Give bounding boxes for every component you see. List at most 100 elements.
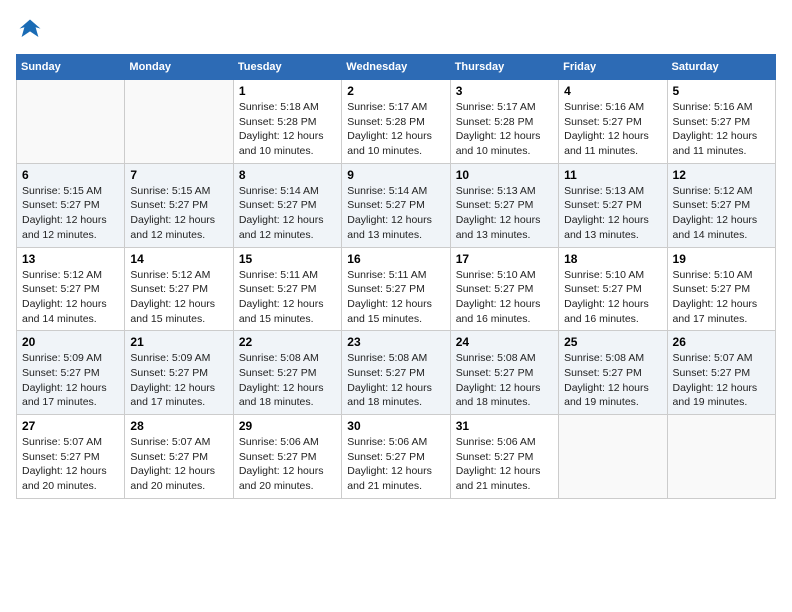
day-number: 17: [456, 252, 553, 266]
week-row-1: 1 Sunrise: 5:18 AM Sunset: 5:28 PM Daylig…: [17, 80, 776, 164]
day-info: Sunrise: 5:14 AM Sunset: 5:27 PM Dayligh…: [347, 184, 444, 243]
day-number: 4: [564, 84, 661, 98]
day-info: Sunrise: 5:15 AM Sunset: 5:27 PM Dayligh…: [130, 184, 227, 243]
calendar-cell: 24 Sunrise: 5:08 AM Sunset: 5:27 PM Dayli…: [450, 331, 558, 415]
day-info: Sunrise: 5:07 AM Sunset: 5:27 PM Dayligh…: [130, 435, 227, 494]
day-info: Sunrise: 5:08 AM Sunset: 5:27 PM Dayligh…: [347, 351, 444, 410]
day-number: 24: [456, 335, 553, 349]
weekday-header-saturday: Saturday: [667, 55, 775, 80]
day-info: Sunrise: 5:12 AM Sunset: 5:27 PM Dayligh…: [673, 184, 770, 243]
calendar-cell: 16Sunrise: 5:11 AM Sunset: 5:27 PM Dayli…: [342, 247, 450, 331]
day-number: 28: [130, 419, 227, 433]
day-number: 25: [564, 335, 661, 349]
day-number: 14: [130, 252, 227, 266]
day-number: 27: [22, 419, 119, 433]
calendar-cell: 10 Sunrise: 5:13 AM Sunset: 5:27 PM Dayli…: [450, 163, 558, 247]
calendar-cell: 17 Sunrise: 5:10 AM Sunset: 5:27 PM Dayli…: [450, 247, 558, 331]
calendar-cell: 2Sunrise: 5:17 AM Sunset: 5:28 PM Daylig…: [342, 80, 450, 164]
calendar-cell: 22 Sunrise: 5:08 AM Sunset: 5:27 PM Dayli…: [233, 331, 341, 415]
day-info: Sunrise: 5:17 AM Sunset: 5:28 PM Dayligh…: [456, 100, 553, 159]
calendar-cell: 11 Sunrise: 5:13 AM Sunset: 5:27 PM Dayli…: [559, 163, 667, 247]
day-number: 26: [673, 335, 770, 349]
calendar-cell: 7 Sunrise: 5:15 AM Sunset: 5:27 PM Daylig…: [125, 163, 233, 247]
day-number: 15: [239, 252, 336, 266]
weekday-header-thursday: Thursday: [450, 55, 558, 80]
day-info: Sunrise: 5:11 AM Sunset: 5:27 PM Dayligh…: [239, 268, 336, 327]
day-number: 31: [456, 419, 553, 433]
day-number: 11: [564, 168, 661, 182]
calendar-cell: 15 Sunrise: 5:11 AM Sunset: 5:27 PM Dayli…: [233, 247, 341, 331]
day-info: Sunrise: 5:12 AM Sunset: 5:27 PM Dayligh…: [22, 268, 119, 327]
day-number: 23: [347, 335, 444, 349]
day-number: 7: [130, 168, 227, 182]
calendar-cell: 30 Sunrise: 5:06 AM Sunset: 5:27 PM Dayli…: [342, 415, 450, 499]
calendar-cell: 12 Sunrise: 5:12 AM Sunset: 5:27 PM Dayli…: [667, 163, 775, 247]
day-info: Sunrise: 5:18 AM Sunset: 5:28 PM Dayligh…: [239, 100, 336, 159]
day-number: 5: [673, 84, 770, 98]
day-number: 10: [456, 168, 553, 182]
day-info: Sunrise: 5:09 AM Sunset: 5:27 PM Dayligh…: [130, 351, 227, 410]
calendar-cell: [667, 415, 775, 499]
calendar-cell: 6 Sunrise: 5:15 AM Sunset: 5:27 PM Daylig…: [17, 163, 125, 247]
calendar-cell: [125, 80, 233, 164]
day-info: Sunrise: 5:16 AM Sunset: 5:27 PM Dayligh…: [564, 100, 661, 159]
day-info: Sunrise: 5:14 AM Sunset: 5:27 PM Dayligh…: [239, 184, 336, 243]
logo: [16, 16, 48, 44]
calendar-cell: 31Sunrise: 5:06 AM Sunset: 5:27 PM Dayli…: [450, 415, 558, 499]
week-row-4: 20Sunrise: 5:09 AM Sunset: 5:27 PM Dayli…: [17, 331, 776, 415]
day-number: 21: [130, 335, 227, 349]
calendar-cell: 13 Sunrise: 5:12 AM Sunset: 5:27 PM Dayli…: [17, 247, 125, 331]
day-info: Sunrise: 5:08 AM Sunset: 5:27 PM Dayligh…: [564, 351, 661, 410]
day-number: 1: [239, 84, 336, 98]
calendar-cell: 29Sunrise: 5:06 AM Sunset: 5:27 PM Dayli…: [233, 415, 341, 499]
day-info: Sunrise: 5:10 AM Sunset: 5:27 PM Dayligh…: [564, 268, 661, 327]
calendar-cell: 18 Sunrise: 5:10 AM Sunset: 5:27 PM Dayli…: [559, 247, 667, 331]
calendar-cell: [17, 80, 125, 164]
day-number: 22: [239, 335, 336, 349]
calendar-cell: 19 Sunrise: 5:10 AM Sunset: 5:27 PM Dayli…: [667, 247, 775, 331]
day-number: 30: [347, 419, 444, 433]
weekday-header-monday: Monday: [125, 55, 233, 80]
day-number: 2: [347, 84, 444, 98]
day-info: Sunrise: 5:16 AM Sunset: 5:27 PM Dayligh…: [673, 100, 770, 159]
calendar-cell: 20Sunrise: 5:09 AM Sunset: 5:27 PM Dayli…: [17, 331, 125, 415]
calendar-cell: 28 Sunrise: 5:07 AM Sunset: 5:27 PM Dayli…: [125, 415, 233, 499]
page-header: [16, 16, 776, 44]
day-number: 13: [22, 252, 119, 266]
day-info: Sunrise: 5:06 AM Sunset: 5:27 PM Dayligh…: [347, 435, 444, 494]
calendar-cell: 4 Sunrise: 5:16 AM Sunset: 5:27 PM Daylig…: [559, 80, 667, 164]
day-info: Sunrise: 5:10 AM Sunset: 5:27 PM Dayligh…: [456, 268, 553, 327]
day-number: 18: [564, 252, 661, 266]
day-number: 3: [456, 84, 553, 98]
day-info: Sunrise: 5:13 AM Sunset: 5:27 PM Dayligh…: [456, 184, 553, 243]
weekday-header-tuesday: Tuesday: [233, 55, 341, 80]
day-info: Sunrise: 5:09 AM Sunset: 5:27 PM Dayligh…: [22, 351, 119, 410]
day-info: Sunrise: 5:08 AM Sunset: 5:27 PM Dayligh…: [456, 351, 553, 410]
day-number: 19: [673, 252, 770, 266]
day-info: Sunrise: 5:08 AM Sunset: 5:27 PM Dayligh…: [239, 351, 336, 410]
calendar-cell: 27 Sunrise: 5:07 AM Sunset: 5:27 PM Dayli…: [17, 415, 125, 499]
day-info: Sunrise: 5:15 AM Sunset: 5:27 PM Dayligh…: [22, 184, 119, 243]
weekday-header-wednesday: Wednesday: [342, 55, 450, 80]
day-number: 12: [673, 168, 770, 182]
calendar-cell: 25 Sunrise: 5:08 AM Sunset: 5:27 PM Dayli…: [559, 331, 667, 415]
day-number: 6: [22, 168, 119, 182]
day-info: Sunrise: 5:10 AM Sunset: 5:27 PM Dayligh…: [673, 268, 770, 327]
calendar-cell: 21 Sunrise: 5:09 AM Sunset: 5:27 PM Dayli…: [125, 331, 233, 415]
calendar-cell: 1 Sunrise: 5:18 AM Sunset: 5:28 PM Daylig…: [233, 80, 341, 164]
calendar-cell: 9 Sunrise: 5:14 AM Sunset: 5:27 PM Daylig…: [342, 163, 450, 247]
day-number: 9: [347, 168, 444, 182]
day-info: Sunrise: 5:11 AM Sunset: 5:27 PM Dayligh…: [347, 268, 444, 327]
day-info: Sunrise: 5:12 AM Sunset: 5:27 PM Dayligh…: [130, 268, 227, 327]
weekday-header-row: SundayMondayTuesdayWednesdayThursdayFrid…: [17, 55, 776, 80]
day-info: Sunrise: 5:07 AM Sunset: 5:27 PM Dayligh…: [22, 435, 119, 494]
calendar-table: SundayMondayTuesdayWednesdayThursdayFrid…: [16, 54, 776, 499]
weekday-header-friday: Friday: [559, 55, 667, 80]
day-info: Sunrise: 5:06 AM Sunset: 5:27 PM Dayligh…: [239, 435, 336, 494]
day-info: Sunrise: 5:13 AM Sunset: 5:27 PM Dayligh…: [564, 184, 661, 243]
day-number: 8: [239, 168, 336, 182]
calendar-cell: 5 Sunrise: 5:16 AM Sunset: 5:27 PM Daylig…: [667, 80, 775, 164]
day-info: Sunrise: 5:07 AM Sunset: 5:27 PM Dayligh…: [673, 351, 770, 410]
calendar-cell: 14 Sunrise: 5:12 AM Sunset: 5:27 PM Dayli…: [125, 247, 233, 331]
calendar-cell: 8 Sunrise: 5:14 AM Sunset: 5:27 PM Daylig…: [233, 163, 341, 247]
